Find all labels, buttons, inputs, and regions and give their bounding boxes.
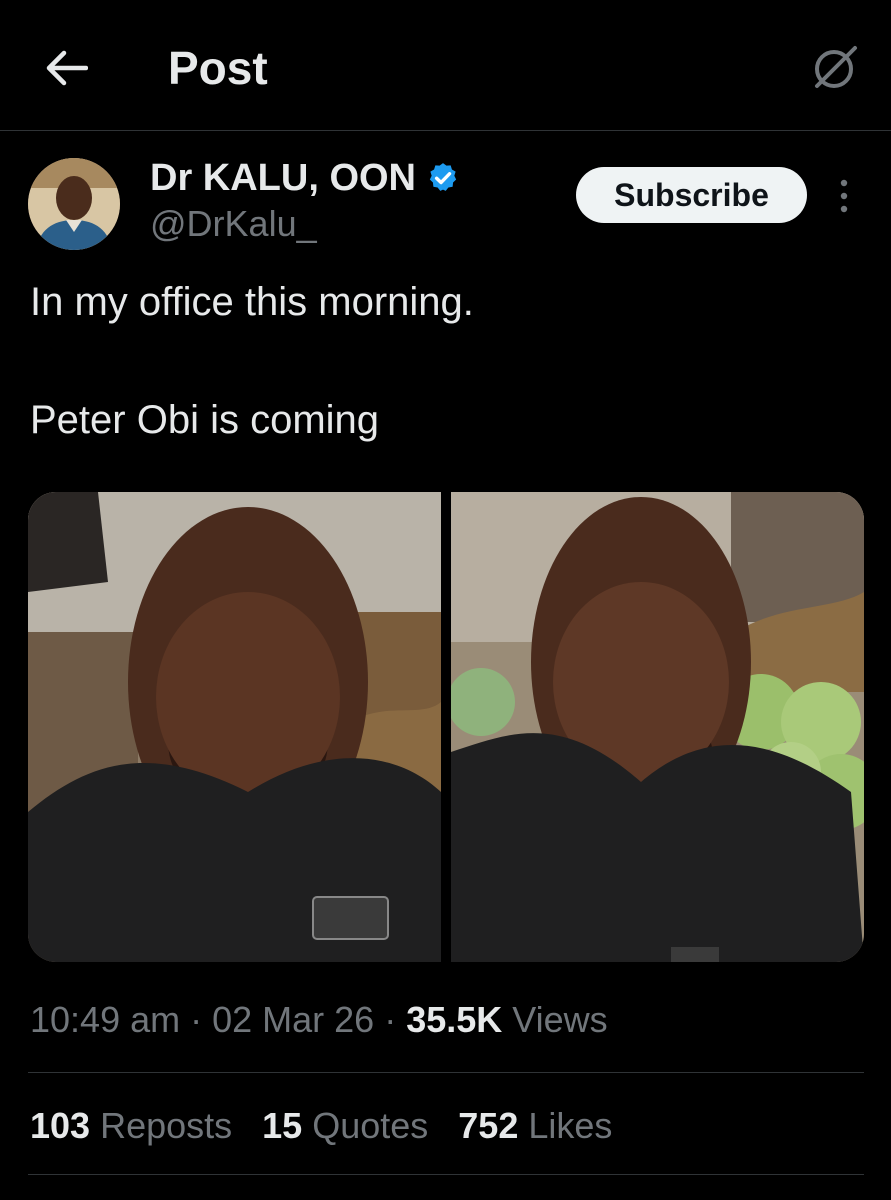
post-meta: 10:49 am · 02 Mar 26 · 35.5K Views — [30, 996, 608, 1044]
reposts-stat[interactable]: 103 Reposts — [30, 1102, 232, 1150]
divider — [28, 1174, 864, 1175]
avatar-photo — [28, 158, 120, 250]
photo-image — [447, 492, 864, 962]
divider — [28, 1072, 864, 1073]
views-label: Views — [502, 999, 608, 1040]
views-count: 35.5K — [406, 999, 503, 1040]
avatar[interactable] — [28, 158, 120, 250]
media-grid — [28, 492, 864, 962]
reposts-label: Reposts — [90, 1105, 233, 1146]
photo-image — [28, 492, 441, 962]
post-stats: 103 Reposts 15 Quotes 752 Likes — [30, 1102, 612, 1150]
likes-label: Likes — [518, 1105, 613, 1146]
page-title: Post — [168, 42, 268, 94]
verified-badge-icon — [426, 161, 460, 195]
vertical-ellipsis-icon — [840, 179, 848, 213]
slashed-circle-icon — [815, 46, 857, 88]
arrow-left-icon — [46, 50, 88, 86]
quotes-label: Quotes — [302, 1105, 429, 1146]
quotes-count: 15 — [262, 1105, 303, 1146]
author-name-text: Dr KALU, OON — [150, 157, 416, 199]
subscribe-button[interactable]: Subscribe — [576, 167, 807, 223]
post-text-line: In my office this morning. — [30, 280, 474, 324]
likes-stat[interactable]: 752 Likes — [458, 1102, 612, 1150]
back-button[interactable] — [38, 40, 94, 96]
author-name[interactable]: Dr KALU, OON — [150, 156, 460, 200]
post-photo-1[interactable] — [28, 492, 441, 962]
meta-separator: · — [374, 999, 407, 1040]
top-bar: Post — [0, 0, 891, 131]
post-text-line: Peter Obi is coming — [30, 398, 380, 442]
post-time: 10:49 am — [30, 999, 181, 1040]
reposts-count: 103 — [30, 1105, 91, 1146]
meta-separator: · — [180, 999, 213, 1040]
grok-button[interactable] — [807, 40, 863, 96]
post-date: 02 Mar 26 — [212, 999, 375, 1040]
more-options-button[interactable] — [826, 172, 862, 220]
quotes-stat[interactable]: 15 Quotes — [262, 1102, 428, 1150]
post-photo-2[interactable] — [447, 492, 864, 962]
author-handle[interactable]: @DrKalu_ — [150, 202, 317, 246]
likes-count: 752 — [458, 1105, 519, 1146]
